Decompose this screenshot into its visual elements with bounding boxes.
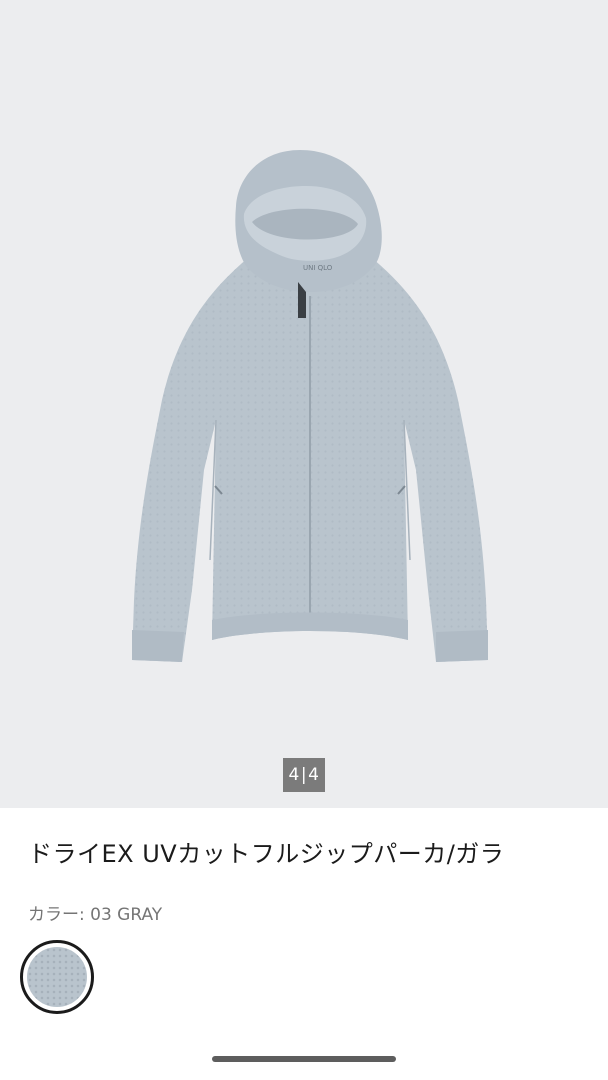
image-counter-separator: | (300, 765, 308, 785)
product-image-hoodie[interactable]: UNI QLO (0, 0, 608, 808)
image-counter-current: 4 (288, 765, 300, 785)
image-counter-total: 4 (308, 765, 320, 785)
product-image-gallery[interactable]: UNI QLO 4 | 4 (0, 0, 608, 808)
product-title: ドライEX UVカットフルジップパーカ/ガラ (28, 840, 505, 868)
swatch-fabric-icon (27, 947, 87, 1007)
image-counter: 4 | 4 (283, 758, 325, 792)
color-label: カラー: 03 GRAY (28, 905, 163, 925)
home-indicator[interactable] (212, 1056, 396, 1062)
brand-tag-logo: UNI QLO (303, 264, 333, 272)
color-swatch-gray[interactable] (20, 940, 94, 1014)
